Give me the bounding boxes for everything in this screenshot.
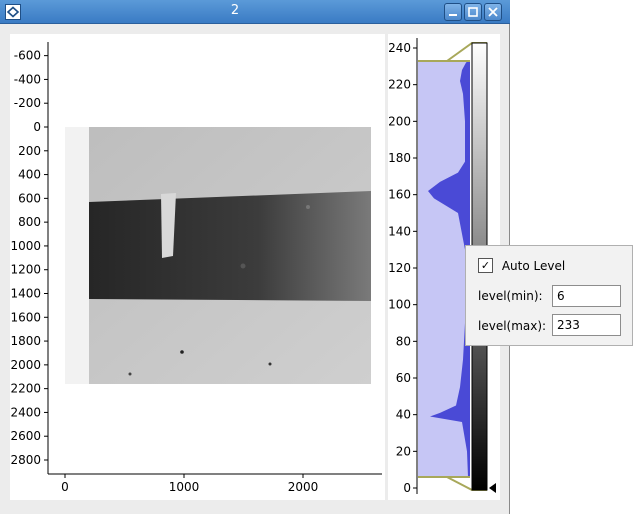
image-plot-canvas[interactable]: -600 -400 -200 0 200 400 600 800 1000 1200 1400 160… xyxy=(10,34,385,500)
level-max-field[interactable] xyxy=(552,314,621,336)
y-tick-label: 200 xyxy=(18,144,41,158)
maximize-icon xyxy=(468,7,478,17)
y-tick-label: 2000 xyxy=(10,358,41,372)
y-tick-label: 1200 xyxy=(10,263,41,277)
hist-tick-label: 240 xyxy=(388,41,411,55)
hist-tick-label: 140 xyxy=(388,224,411,238)
hist-tick-label: 60 xyxy=(396,371,411,385)
y-tick-label: 2400 xyxy=(10,405,41,419)
close-icon xyxy=(488,7,498,17)
close-button[interactable] xyxy=(484,3,502,21)
image-plot[interactable]: -600 -400 -200 0 200 400 600 800 1000 1200 1400 160… xyxy=(10,34,385,500)
y-tick-label: -200 xyxy=(14,96,41,110)
y-tick-label: 1400 xyxy=(10,287,41,301)
hist-tick-label: 180 xyxy=(388,151,411,165)
auto-level-row[interactable]: ✓ Auto Level xyxy=(478,258,566,274)
hist-tick-label: 100 xyxy=(388,298,411,312)
gradient-tick-icon[interactable] xyxy=(489,483,496,493)
hist-tick-label: 40 xyxy=(396,408,411,422)
level-popup: ✓ Auto Level level(min): level(max): xyxy=(465,245,633,346)
y-tick-label: 0 xyxy=(33,120,41,134)
x-tick-label: 0 xyxy=(61,480,69,494)
hist-tick-label: 0 xyxy=(403,481,411,495)
histogram-y-ticks: 0 20 40 60 80 100 120 140 160 180 200 220 240 xyxy=(388,41,417,495)
window-title: 2 xyxy=(230,3,240,18)
y-tick-label: 1800 xyxy=(10,334,41,348)
hist-tick-label: 80 xyxy=(396,334,411,348)
hist-tick-label: 200 xyxy=(388,114,411,128)
x-tick-label: 2000 xyxy=(288,480,319,494)
level-min-label: level(min): xyxy=(478,289,543,303)
y-tick-label: 1600 xyxy=(10,310,41,324)
y-tick-label: -600 xyxy=(14,49,41,63)
y-tick-label: -400 xyxy=(14,72,41,86)
y-axis-ticks: -600 -400 -200 0 200 400 600 800 1000 1200 1400 160… xyxy=(10,49,48,467)
y-tick-label: 600 xyxy=(18,191,41,205)
x-axis-ticks: 0 1000 2000 xyxy=(61,474,318,494)
auto-level-label: Auto Level xyxy=(501,259,566,273)
y-tick-label: 2600 xyxy=(10,429,41,443)
title-bar[interactable]: 2 xyxy=(0,0,510,24)
y-tick-label: 2800 xyxy=(10,453,41,467)
minimize-button[interactable] xyxy=(444,3,462,21)
camera-image xyxy=(65,127,371,384)
level-max-label: level(max): xyxy=(478,319,547,333)
y-tick-label: 2200 xyxy=(10,382,41,396)
hist-tick-label: 120 xyxy=(388,261,411,275)
hist-tick-label: 20 xyxy=(396,444,411,458)
y-tick-label: 800 xyxy=(18,215,41,229)
auto-level-checkbox[interactable]: ✓ xyxy=(478,258,493,273)
image-window: 2 -600 -400 -200 0 200 400 600 800 1000 … xyxy=(0,0,510,514)
maximize-button[interactable] xyxy=(464,3,482,21)
y-tick-label: 400 xyxy=(18,168,41,182)
level-min-field[interactable] xyxy=(552,285,621,307)
y-tick-label: 1000 xyxy=(10,239,41,253)
hist-tick-label: 220 xyxy=(388,78,411,92)
x-tick-label: 1000 xyxy=(169,480,200,494)
minimize-icon xyxy=(449,14,457,16)
hist-tick-label: 160 xyxy=(388,188,411,202)
